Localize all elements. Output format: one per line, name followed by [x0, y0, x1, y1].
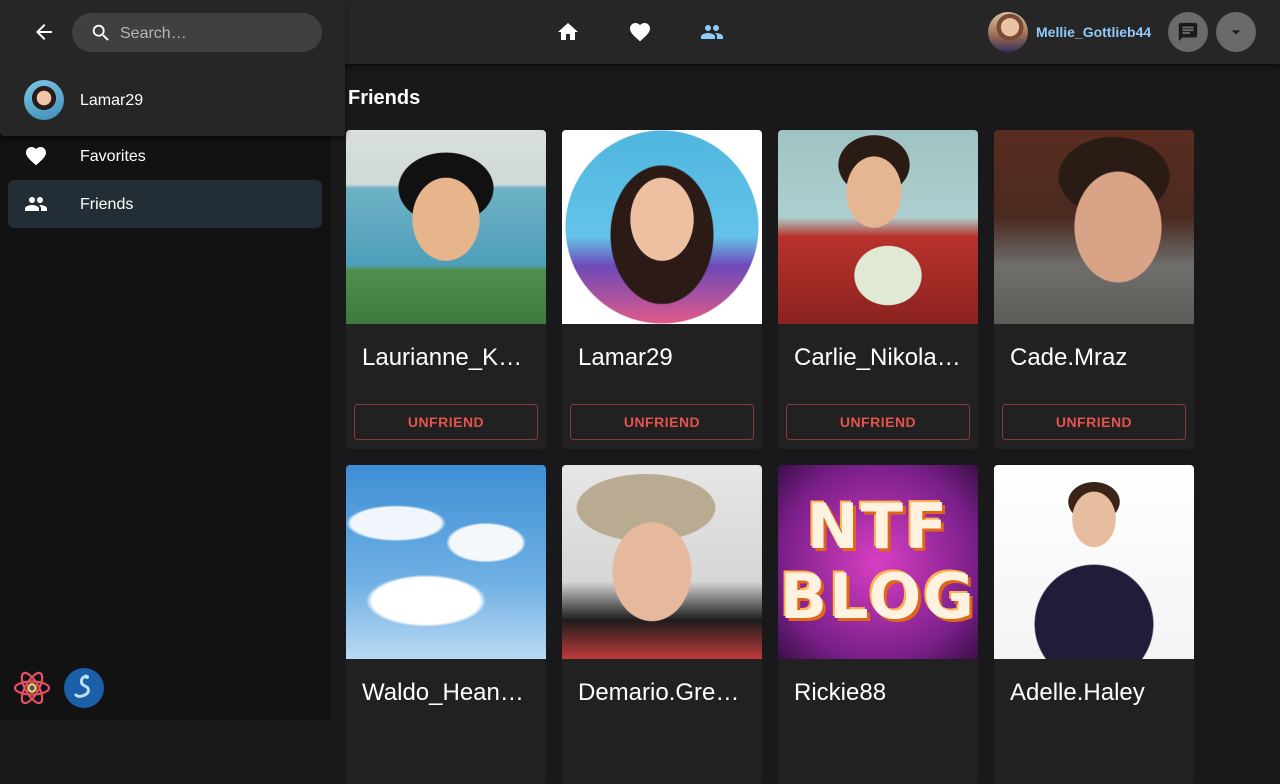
friend-photo[interactable] [562, 130, 762, 324]
friend-photo[interactable]: NTF BLOG [778, 465, 978, 659]
friend-card: NTF BLOG Rickie88 [778, 465, 978, 784]
friend-card: Cade.Mraz UNFRIEND [994, 130, 1194, 449]
sidebar-item-friends[interactable]: Friends [8, 180, 322, 228]
friend-photo[interactable] [994, 130, 1194, 324]
sidebar-item-favorites[interactable]: Favorites [8, 132, 322, 180]
unfriend-button[interactable]: UNFRIEND [1002, 404, 1186, 440]
friend-name[interactable]: Waldo_Heane… [362, 679, 530, 707]
people-icon [24, 192, 48, 216]
friend-photo[interactable] [346, 465, 546, 659]
user-avatar[interactable] [988, 12, 1028, 52]
friend-card: Lamar29 UNFRIEND [562, 130, 762, 449]
friend-card: Adelle.Haley [994, 465, 1194, 784]
search-result-item[interactable]: Lamar29 [0, 76, 345, 124]
friend-photo[interactable] [778, 130, 978, 324]
sidebar-item-label: Friends [80, 196, 134, 213]
redux-saga-logo-icon [64, 668, 104, 708]
sidebar-item-label: Favorites [80, 148, 146, 165]
dropdown-arrow-icon [1226, 22, 1246, 42]
friend-name[interactable]: Rickie88 [794, 679, 962, 707]
friend-photo[interactable] [346, 130, 546, 324]
friend-name[interactable]: Demario.Gree… [578, 679, 746, 707]
unfriend-button[interactable]: UNFRIEND [786, 404, 970, 440]
unfriend-button[interactable]: UNFRIEND [570, 404, 754, 440]
friend-name[interactable]: Carlie_Nikolaus [794, 344, 962, 372]
search-result-label: Lamar29 [80, 92, 144, 109]
friend-name[interactable]: Laurianne_Ku… [362, 344, 530, 372]
chat-icon [1177, 21, 1199, 43]
page-title: Friends [348, 87, 421, 109]
friend-card: Waldo_Heane… [346, 465, 546, 784]
friend-card: Carlie_Nikolaus UNFRIEND [778, 130, 978, 449]
photo-text: BLOG [779, 560, 977, 633]
friend-card: Demario.Gree… [562, 465, 762, 784]
react-logo-icon [12, 668, 52, 708]
home-icon[interactable] [556, 20, 580, 44]
photo-text: NTF [806, 490, 950, 563]
search-input[interactable] [118, 13, 312, 54]
search-panel: Lamar29 [0, 0, 345, 136]
friend-photo[interactable] [994, 465, 1194, 659]
username-link[interactable]: Mellie_Gottlieb44 [1036, 24, 1151, 40]
favorites-heart-icon[interactable] [628, 20, 652, 44]
chat-button[interactable] [1168, 12, 1208, 52]
friend-card: Laurianne_Ku… UNFRIEND [346, 130, 546, 449]
search-icon [90, 22, 112, 44]
friends-people-icon[interactable] [700, 20, 724, 44]
arrow-back-icon[interactable] [32, 20, 56, 44]
heart-icon [24, 144, 48, 168]
search-field[interactable] [72, 13, 322, 54]
friend-photo[interactable] [562, 465, 762, 659]
friend-name[interactable]: Cade.Mraz [1010, 344, 1178, 372]
friend-name[interactable]: Adelle.Haley [1010, 679, 1178, 707]
account-menu-button[interactable] [1216, 12, 1256, 52]
avatar [24, 80, 64, 120]
friend-name[interactable]: Lamar29 [578, 344, 746, 372]
unfriend-button[interactable]: UNFRIEND [354, 404, 538, 440]
